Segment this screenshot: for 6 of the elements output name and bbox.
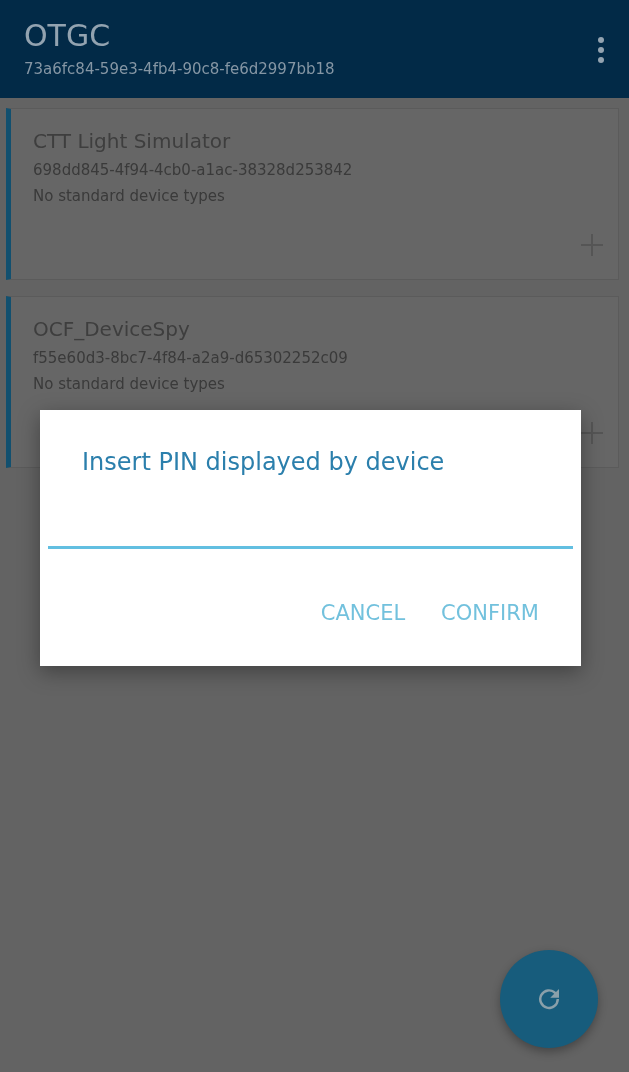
- app-title: OTGC: [24, 18, 112, 54]
- more-menu-icon[interactable]: [597, 36, 605, 64]
- dialog-button[interactable]: CANCEL: [312, 597, 414, 629]
- dialog-button[interactable]: CONFIRM: [433, 597, 547, 629]
- plus-icon[interactable]: [580, 421, 604, 445]
- app-subtitle: 73a6fc84-59e3-4fb4-90c8-fe6d2997bb18: [24, 60, 335, 78]
